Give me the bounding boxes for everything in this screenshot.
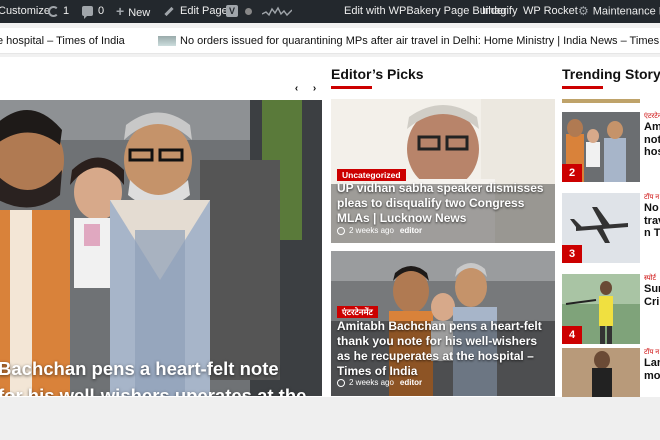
category-badge[interactable]: Uncategorized — [337, 169, 406, 181]
customize-label: Customize — [0, 5, 50, 17]
trending-rank: 2 — [562, 164, 582, 182]
editors-pick-card[interactable]: एंटरटेनमेंट Amitabh Bachchan pens a hear… — [331, 251, 555, 396]
news-ticker: e hospital – Times of India No orders is… — [0, 28, 660, 54]
trending-title[interactable]: Sur Par Cri Ind — [644, 283, 660, 308]
updates-icon — [48, 5, 59, 17]
pencil-icon — [164, 6, 174, 16]
hero-slide[interactable]: Bachchan pens a heart-felt note for his … — [0, 100, 322, 396]
vc-logo-icon: V — [226, 5, 238, 18]
wp-rocket-link[interactable]: WP Rocket — [523, 0, 578, 23]
trending-category[interactable]: स्पोर्ट — [644, 274, 656, 283]
chevron-left-icon: ‹ — [294, 83, 299, 94]
comments-link[interactable]: 0 — [82, 0, 104, 23]
wp-rocket-label: WP Rocket — [523, 5, 578, 17]
hero-image — [0, 100, 322, 396]
trending-item[interactable]: 4 स्पोर्ट Sur Par Cri Ind — [562, 274, 660, 346]
chevron-right-icon: › — [312, 83, 317, 94]
editors-pick-card[interactable]: Uncategorized UP vidhan sabha speaker di… — [331, 99, 555, 243]
trending-image — [562, 348, 640, 397]
trending-title[interactable]: Am a h not as hos — [644, 121, 660, 159]
ticker-item[interactable]: e hospital – Times of India — [0, 28, 125, 53]
comments-count: 0 — [98, 5, 105, 17]
editors-picks-underline — [331, 86, 372, 89]
card-meta: 2 weeks ago editor — [337, 226, 422, 235]
wp-admin-bar: Customize 1 0 + New Edit Page V Edit with… — [0, 0, 660, 23]
activity-graph[interactable] — [262, 0, 292, 23]
ticker-item[interactable]: No orders issued for quarantining MPs af… — [158, 28, 660, 53]
imagify-label: Imagify — [482, 5, 518, 17]
updates-link[interactable]: 1 — [48, 0, 69, 23]
card-author[interactable]: editor — [400, 226, 422, 235]
imagify-link[interactable]: Imagify — [482, 0, 517, 23]
trending-item[interactable]: 3 टॉप न No qua trav Min Tim — [562, 193, 660, 265]
trending-rank: 4 — [562, 326, 582, 344]
trending-title[interactable]: Lar sho mo — [644, 357, 660, 382]
ticker-item-text: e hospital – Times of India — [0, 35, 125, 47]
trending-underline — [562, 86, 603, 89]
editors-picks-heading: Editor’s Picks — [331, 66, 424, 82]
trending-heading: Trending Story — [562, 66, 660, 82]
maintenance-link[interactable]: ⚙Maintenance M — [578, 0, 660, 23]
card-time: 2 weeks ago — [349, 226, 394, 235]
status-dot-icon — [245, 7, 252, 15]
card-title[interactable]: UP vidhan sabha speaker dismisses pleas … — [337, 181, 547, 226]
ticker-item-text: No orders issued for quarantining MPs af… — [180, 35, 660, 47]
comments-icon — [82, 6, 93, 20]
card-time: 2 weeks ago — [349, 378, 394, 387]
trending-thumb-partial — [562, 99, 640, 103]
vc-menu[interactable]: V — [226, 0, 238, 23]
ticker-thumbnail — [158, 36, 176, 47]
clock-icon — [337, 378, 345, 387]
plus-icon: + — [116, 3, 125, 19]
maintenance-label: Maintenance M — [592, 5, 660, 18]
category-badge[interactable]: एंटरटेनमेंट — [337, 306, 378, 318]
updates-count: 1 — [63, 5, 70, 17]
slider-prev-button[interactable]: ‹ — [288, 80, 305, 97]
slider-next-button[interactable]: › — [306, 80, 323, 97]
new-content-link[interactable]: + New — [116, 0, 150, 23]
card-meta: 2 weeks ago editor — [337, 378, 422, 387]
edit-page-link[interactable]: Edit Page — [164, 0, 228, 23]
page-background — [0, 397, 660, 440]
wrench-icon: ⚙ — [578, 4, 589, 18]
trending-category[interactable]: एंटरटेन — [644, 112, 660, 121]
trending-category[interactable]: टॉप न — [644, 193, 659, 202]
activity-graph-icon — [262, 6, 292, 17]
status-dot[interactable] — [245, 0, 252, 23]
card-title[interactable]: Amitabh Bachchan pens a heart-felt thank… — [337, 319, 547, 379]
customize-link[interactable]: Customize — [0, 0, 50, 23]
edit-page-label: Edit Page — [180, 5, 228, 17]
trending-category[interactable]: टॉप न — [644, 348, 659, 357]
clock-icon — [337, 226, 345, 235]
trending-item[interactable]: टॉप न Lar sho mo — [562, 348, 660, 397]
new-label: New — [128, 7, 151, 19]
card-author[interactable]: editor — [400, 378, 422, 387]
hero-title[interactable]: Bachchan pens a heart-felt note for his … — [0, 355, 308, 396]
trending-thumbnail — [562, 348, 640, 397]
trending-title[interactable]: No qua trav Min Tim — [644, 202, 660, 240]
trending-rank: 3 — [562, 245, 582, 263]
trending-item[interactable]: 2 एंटरटेन Am a h not as hos — [562, 112, 660, 184]
